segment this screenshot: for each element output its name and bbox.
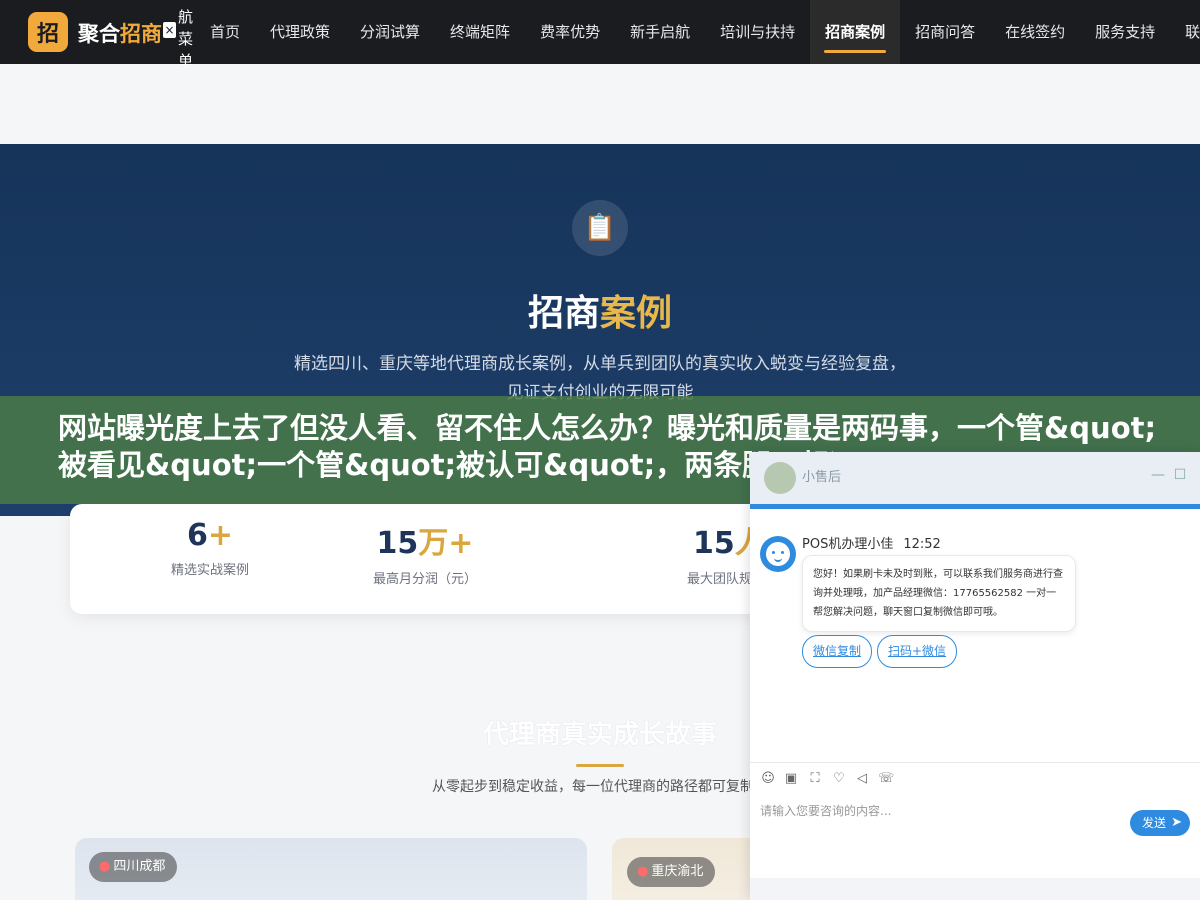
stat-number: 6 — [186, 518, 208, 553]
nav-menu: 首页 代理政策 分润试算 终端矩阵 费率优势 新手启航 培训与扶持 招商案例 招商问答 在线签约服… — [195, 0, 1200, 64]
title-part-a: 招商 — [527, 293, 600, 334]
heading-divider — [576, 764, 624, 767]
hero-desc-line1: 精选四川、重庆等地代理商成长案例，从单兵到团队的真实收入蜕变与经验复盘， — [294, 354, 906, 374]
agent-name: POS机办理小佳 — [802, 537, 894, 552]
nav-item[interactable]: 联系 — [1170, 0, 1200, 64]
stat-unit: + — [207, 518, 233, 553]
nav-item[interactable]: 代理政策 — [255, 0, 345, 64]
agent-meta: POS机办理小佳 12:52 — [802, 533, 941, 552]
nav-item[interactable]: 在线签约 — [990, 0, 1080, 64]
send-arrow-icon: ➤ — [1171, 815, 1182, 830]
logo-icon[interactable]: 招 — [28, 12, 68, 52]
chat-input[interactable]: 请输入您要咨询的内容... — [760, 802, 891, 819]
nav-item[interactable]: 新手启航 — [615, 0, 705, 64]
stat-max-profit: 15万+ 最高月分润（元） — [315, 518, 535, 587]
nav-item[interactable]: 服务支持 — [1080, 0, 1170, 64]
chat-accent-bar — [750, 504, 1200, 509]
location-badge: ● 四川成都 — [89, 852, 178, 882]
message-time: 12:52 — [903, 537, 941, 552]
nav-item[interactable]: 费率优势 — [525, 0, 615, 64]
nav-item[interactable]: 招商案例 — [810, 0, 901, 64]
stats-panel: 6+ 精选实战案例 15万+ 最高月分润（元） 15人 最大团队规 — [70, 504, 770, 614]
chat-footer — [750, 878, 1200, 900]
stat-value: 6+ — [100, 518, 320, 553]
case-card-chengdu[interactable]: ● 四川成都 — [75, 838, 587, 900]
pin-icon: ● — [637, 864, 649, 879]
emoji-icon[interactable]: ☺ — [760, 771, 776, 787]
nav-item[interactable]: 分润试算 — [345, 0, 435, 64]
smile-face-icon — [766, 542, 790, 566]
close-icon[interactable]: × — [163, 22, 176, 38]
location-label: 四川成都 — [113, 859, 166, 874]
chat-header[interactable]: 小售后 — ☐ — [750, 452, 1200, 504]
screenshot-icon[interactable]: ⛶ — [807, 771, 823, 787]
rate-icon[interactable]: ♡ — [831, 771, 847, 787]
brand-highlight: 招商 — [120, 22, 162, 46]
brand-name[interactable]: 聚合招商 — [78, 18, 162, 48]
pin-icon: ● — [99, 859, 111, 874]
stat-number: 15 — [693, 526, 735, 561]
nav-item[interactable]: 培训与扶持 — [705, 0, 810, 64]
voice-icon[interactable]: ◁ — [854, 771, 870, 787]
brand-pre: 聚合 — [78, 22, 120, 46]
stat-cases: 6+ 精选实战案例 — [100, 518, 320, 578]
agent-avatar — [760, 536, 796, 572]
copy-wechat-button[interactable]: 微信复制 — [802, 635, 873, 668]
nav-item[interactable]: 招商问答 — [900, 0, 990, 64]
location-badge: ● 重庆渝北 — [627, 857, 716, 887]
top-nav: 招 聚合招商 × 航菜单 首页 代理政策 分润试算 终端矩阵 费率优势 新手启航 培训与扶持… — [0, 0, 1200, 70]
image-icon[interactable]: ▣ — [783, 771, 799, 787]
case-card-chongqing[interactable]: ● 重庆渝北 — [612, 838, 772, 900]
title-part-b: 案例 — [600, 293, 673, 334]
stat-label: 精选实战案例 — [170, 563, 249, 578]
page-title: 招商案例 — [0, 284, 1200, 336]
message-bubble: 您好！如果刷卡未及时到账，可以联系我们服务商进行查询并处理哦，加产品经理微信：1… — [802, 555, 1076, 632]
stat-value: 15万+ — [315, 518, 535, 562]
location-label: 重庆渝北 — [651, 864, 704, 879]
stat-number: 15 — [376, 526, 419, 561]
stat-unit: 万+ — [418, 526, 474, 561]
chat-header-avatar — [764, 462, 796, 494]
nav-item[interactable]: 终端矩阵 — [435, 0, 525, 64]
send-button[interactable]: 发送 ➤ — [1130, 810, 1190, 836]
nav-menu-label[interactable]: 航菜单 — [178, 6, 194, 72]
stat-label: 最高月分润（元） — [372, 572, 477, 587]
clipboard-icon: 📋 — [572, 200, 628, 256]
chat-widget: 小售后 — ☐ POS机办理小佳 12:52 您好！如果刷卡未及时到账，可以联系我… — [750, 452, 1200, 900]
chat-header-name: 小售后 — [802, 470, 842, 485]
minimize-icon[interactable]: — — [1148, 465, 1168, 485]
send-label: 发送 — [1142, 816, 1167, 830]
chat-toolbar: ☺ ▣ ⛶ ♡ ◁ ☏ — [750, 762, 1200, 792]
maximize-icon[interactable]: ☐ — [1170, 465, 1190, 485]
wechat-icon[interactable]: ☏ — [878, 771, 894, 787]
nav-item[interactable]: 首页 — [195, 0, 255, 64]
scan-wechat-button[interactable]: 扫码+微信 — [877, 635, 958, 668]
